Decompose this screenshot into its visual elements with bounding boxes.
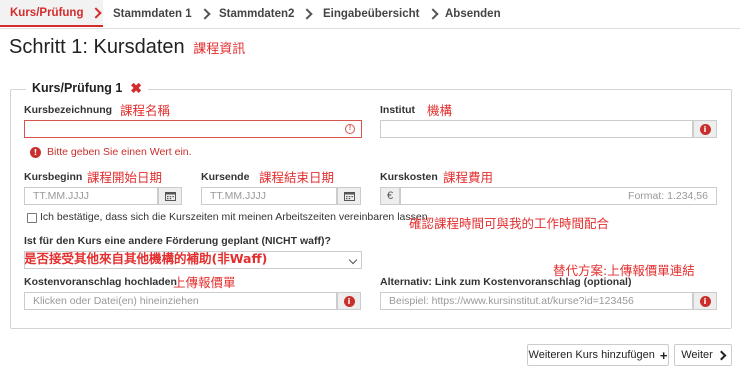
link-placeholder: Beispiel: https://www.kursinstitut.at/ku… [389,295,634,307]
kostenvoranschlag-upload[interactable]: Klicken oder Datei(en) hineinziehen [24,292,337,310]
kurskosten-input[interactable]: Format: 1.234,56 [400,187,717,205]
kursende-calendar-button[interactable] [337,187,361,205]
kursbezeichnung-label: Kursbezeichnung [24,104,113,116]
kursbezeichnung-input[interactable]: ! [24,120,362,138]
institut-info-button[interactable]: i [693,120,717,138]
tab-label: Eingabeübersicht [323,8,420,20]
kursbeginn-label: Kursbeginn [24,171,83,183]
foerderung-label: Ist für den Kurs eine andere Förderung g… [24,235,331,247]
add-course-label: Weiteren Kurs hinzufügen [528,349,655,361]
info-icon: i [699,295,711,307]
tab-label: Kurs/Prüfung [10,6,84,19]
kostenvoranschlag-label: Kostenvoranschlag hochladen [24,276,177,288]
chevron-down-icon [348,255,358,265]
chevron-right-icon [716,350,727,360]
currency-addon: € [380,187,400,205]
tab-label: Absenden [445,8,501,20]
info-icon: i [343,295,355,307]
link-input[interactable]: Beispiel: https://www.kursinstitut.at/ku… [380,292,693,310]
calendar-icon [343,192,355,201]
kursbezeichnung-note: 課程名稱 [120,103,171,118]
chevron-right-icon [90,6,103,19]
alert-icon: ! [30,146,41,158]
kostenvoranschlag-note: 上傳報價單 [173,275,236,290]
chevron-right-icon [426,8,439,20]
kursende-label: Kursende [201,171,250,183]
tab-label: Stammdaten2 [219,8,295,20]
next-button[interactable]: Weiter [674,344,732,366]
kostenvoranschlag-placeholder: Klicken oder Datei(en) hineinziehen [33,295,199,307]
tab-kurs-pruefung[interactable]: Kurs/Prüfung [0,0,103,27]
page-title-note: 課程資訊 [193,42,246,57]
institut-input[interactable] [380,120,693,138]
foerderung-select[interactable] [24,251,362,269]
tab-stammdaten-1[interactable]: Stammdaten 1 [113,0,211,28]
add-course-button[interactable]: Weiteren Kurs hinzufügen + [527,344,669,366]
kurskosten-note: 課程費用 [443,170,494,185]
page-title: Schritt 1: Kursdaten 課程資訊 [9,36,245,59]
kursbeginn-note: 課程開始日期 [87,170,163,185]
tab-eingabeuebersicht[interactable]: Eingabeübersicht [323,0,439,28]
chevron-right-icon [198,8,211,20]
link-label: Alternativ: Link zum Kostenvoranschlag (… [380,276,632,288]
currency-symbol: € [386,190,394,202]
kursbeginn-calendar-button[interactable] [158,187,182,205]
confirm-checkbox[interactable] [27,213,37,223]
info-icon: i [699,123,711,135]
kursende-note: 課程結束日期 [259,170,335,185]
course-legend-text: Kurs/Prüfung 1 [32,81,123,95]
plus-icon: + [659,347,668,363]
calendar-icon [164,192,176,201]
kursende-input[interactable]: TT.MM.JJJJ [201,187,337,205]
confirm-label: Ich bestätige, dass sich die Kurszeiten … [40,211,428,223]
close-icon[interactable]: ✖ [130,79,142,97]
kurskosten-placeholder: Format: 1.234,56 [628,190,708,202]
step-tabs: Kurs/Prüfung Stammdaten 1 Stammdaten2 Ei… [0,0,740,29]
institut-label: Institut [380,104,415,116]
link-info-button[interactable]: i [693,292,717,310]
tab-stammdaten-2[interactable]: Stammdaten2 [219,0,314,28]
chevron-right-icon [301,8,314,20]
kursbezeichnung-error: ! Bitte geben Sie einen Wert ein. [30,146,192,158]
kursbezeichnung-error-text: Bitte geben Sie einen Wert ein. [47,146,192,158]
tab-label: Stammdaten 1 [113,8,192,20]
confirm-note: 確認課程時間可與我的工作時間配合 [409,216,610,231]
kostenvoranschlag-info-button[interactable]: i [337,292,361,310]
course-legend: Kurs/Prüfung 1 ✖ [26,79,149,97]
kursbeginn-placeholder: TT.MM.JJJJ [33,190,89,202]
tab-absenden[interactable]: Absenden [445,0,501,28]
error-icon: ! [345,124,355,134]
page-title-text: Schritt 1: Kursdaten [9,36,185,58]
next-label: Weiter [681,349,713,361]
kursbeginn-input[interactable]: TT.MM.JJJJ [24,187,158,205]
kursende-placeholder: TT.MM.JJJJ [210,190,266,202]
institut-note: 機構 [427,103,453,118]
kurskosten-label: Kurskosten [380,171,438,183]
